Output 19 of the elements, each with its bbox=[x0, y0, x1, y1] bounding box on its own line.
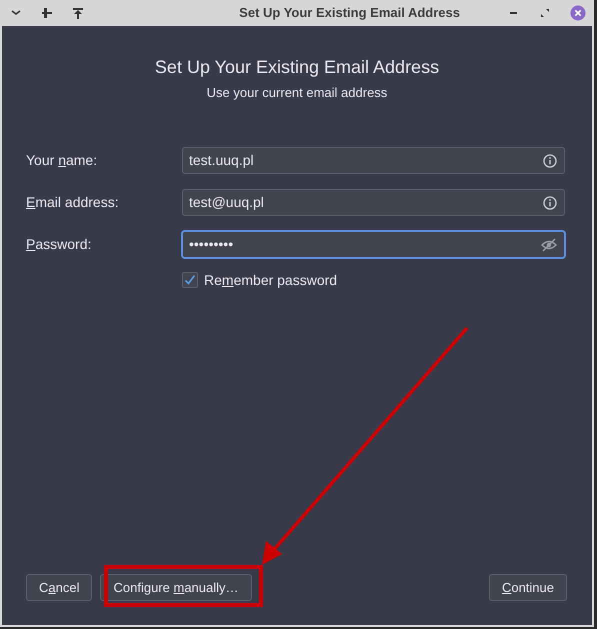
checkbox[interactable] bbox=[182, 272, 198, 288]
password-field[interactable]: ••••••••• bbox=[182, 230, 565, 258]
keep-above-icon[interactable] bbox=[70, 5, 86, 21]
dialog-subheading: Use your current email address bbox=[206, 84, 388, 102]
dialog-button[interactable]: Configure manually… bbox=[100, 574, 252, 601]
dialog-heading: Set Up Your Existing Email Address bbox=[154, 56, 440, 79]
window-title: Set Up Your Existing Email Address bbox=[238, 4, 461, 22]
close-icon[interactable] bbox=[570, 5, 586, 21]
input-field[interactable]: test@uuq.pl bbox=[182, 188, 565, 216]
info-icon[interactable] bbox=[543, 196, 557, 210]
field-label: Password: bbox=[26, 234, 92, 254]
hidden-eye-icon[interactable] bbox=[541, 238, 557, 252]
info-icon[interactable] bbox=[543, 154, 557, 168]
field-label: Email address: bbox=[26, 192, 120, 212]
dialog-button[interactable]: Cancel bbox=[26, 574, 92, 601]
field-label: Your name: bbox=[26, 150, 98, 170]
checkbox-label: Remember password bbox=[204, 270, 338, 290]
dialog-button[interactable]: Continue bbox=[488, 574, 567, 601]
input-field[interactable]: test.uuq.pl bbox=[182, 146, 565, 174]
